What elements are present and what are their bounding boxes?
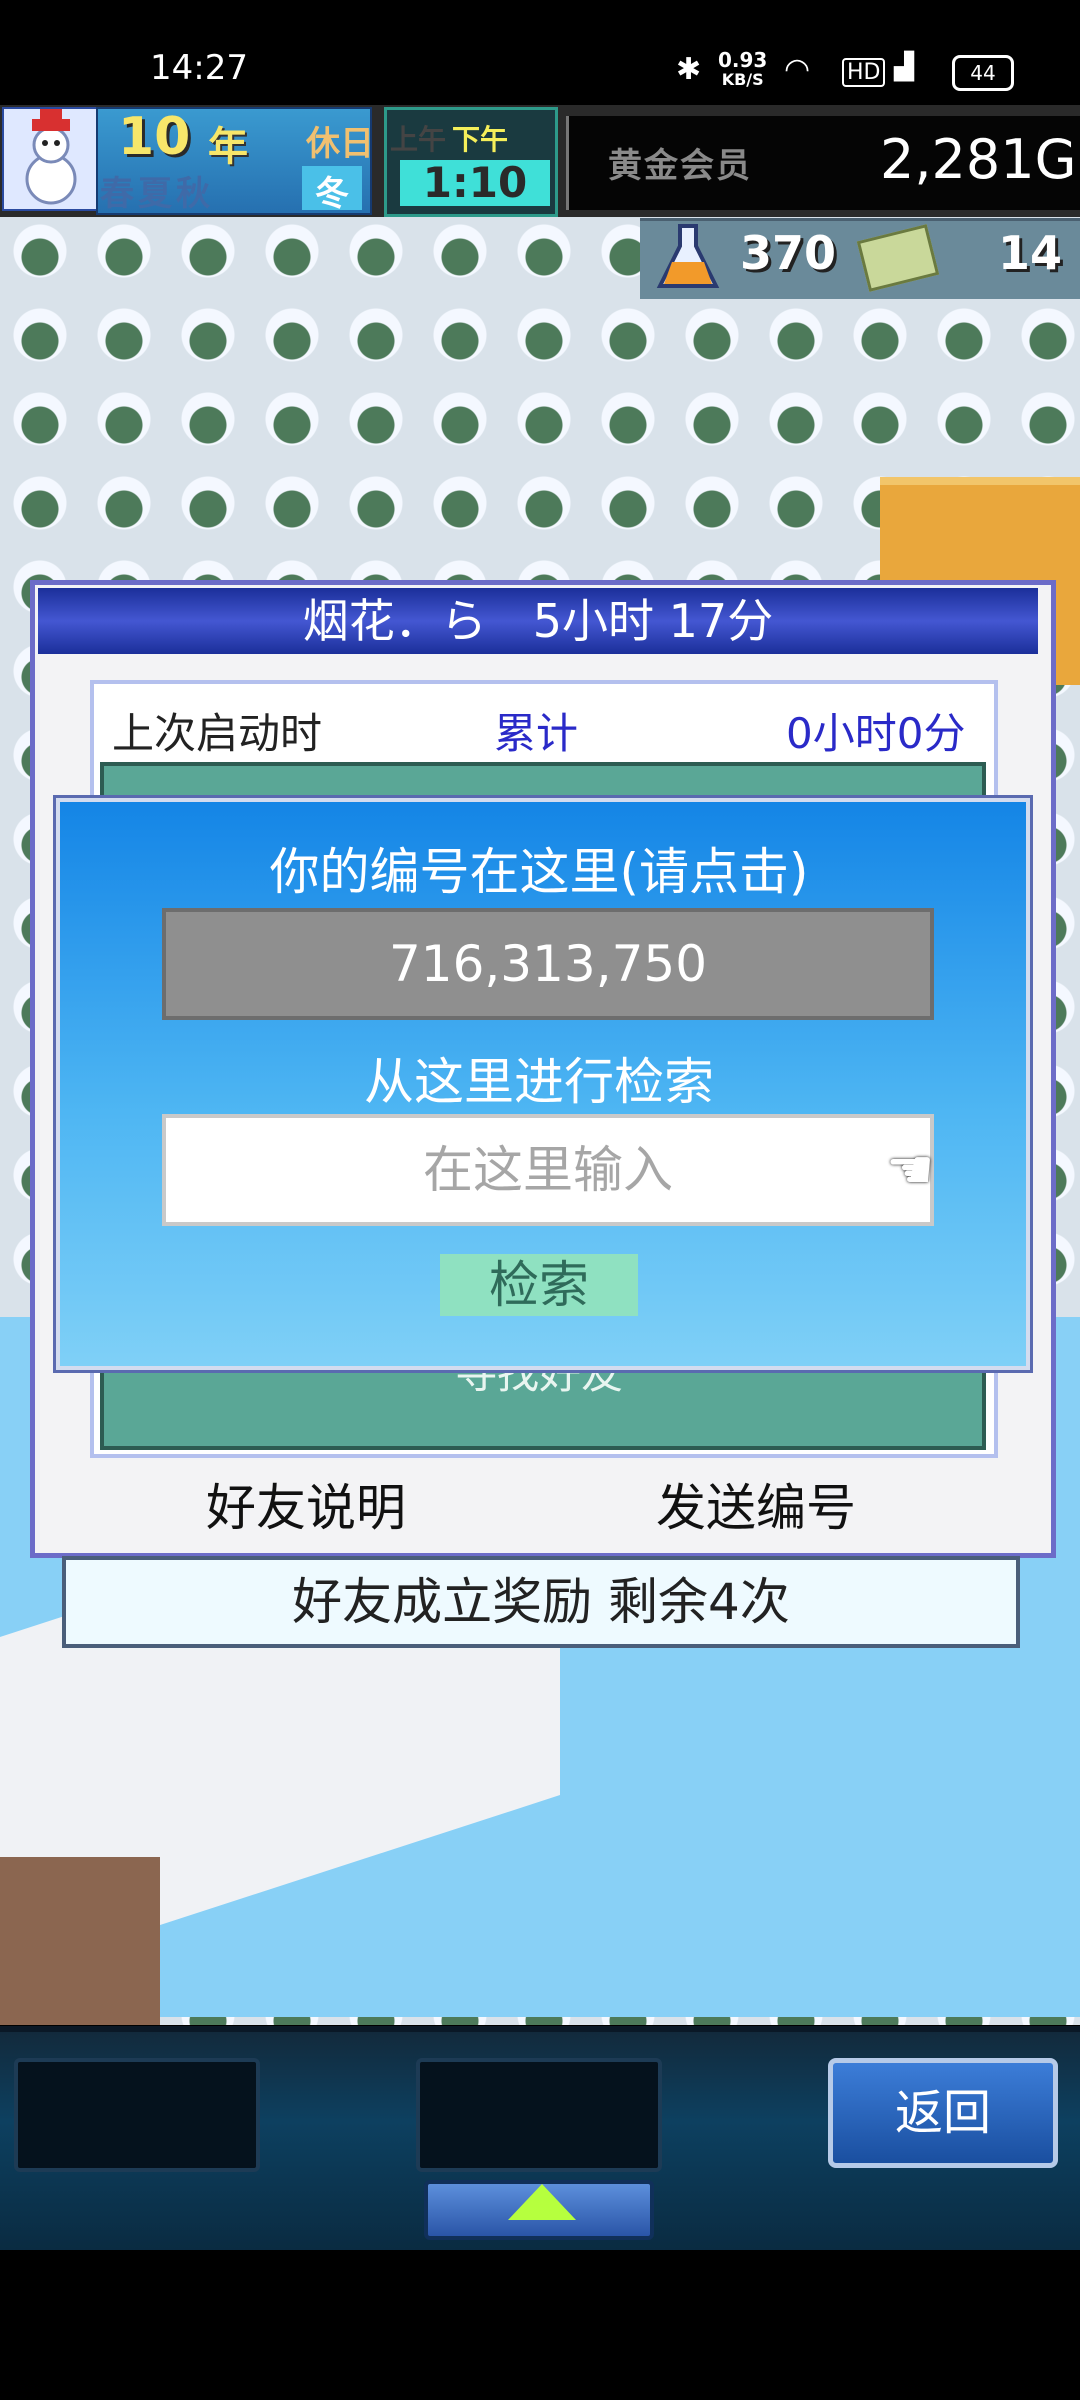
up-arrow-icon xyxy=(508,2184,576,2220)
seasons-row: 春夏秋 xyxy=(100,174,214,214)
bottom-slot-left[interactable] xyxy=(14,2058,260,2172)
status-bar: 14:27 ✱ 0.93 KB/S ◠ HD ▟ 44 xyxy=(0,0,1080,105)
snowman-icon xyxy=(2,107,100,211)
dialog-title: 烟花．ら 5小时 17分 xyxy=(38,588,1038,654)
wifi-icon: ◠ xyxy=(784,52,811,87)
hd-icon: HD xyxy=(842,58,886,87)
back-button[interactable]: 返回 xyxy=(828,2058,1058,2168)
status-time: 14:27 xyxy=(150,48,248,88)
ticket-count: 14 xyxy=(998,226,1063,280)
net-speed-value: 0.93 xyxy=(718,48,768,72)
total-value: 0小时0分 xyxy=(786,709,966,758)
last-start-label: 上次启动时 xyxy=(112,709,323,758)
search-input[interactable] xyxy=(162,1114,934,1226)
my-id-box[interactable]: 716,313,750 xyxy=(162,908,934,1020)
system-nav-area xyxy=(0,2250,1080,2400)
search-button[interactable]: 检索 xyxy=(440,1254,638,1316)
flask-icon xyxy=(656,222,720,306)
search-label: 从这里进行检索 xyxy=(364,1053,714,1111)
net-speed-unit: KB/S xyxy=(721,70,764,89)
research-points: 370 xyxy=(740,226,837,280)
gold-member-label: 黄金会员 xyxy=(608,146,752,186)
friend-reward-bar: 好友成立奖励 剩余4次 xyxy=(62,1556,1020,1648)
rest-day-label: 休日 xyxy=(306,124,374,164)
game-clock: 1:10 xyxy=(400,160,550,206)
brick-wall xyxy=(0,1857,160,2025)
send-number-button[interactable]: 发送编号 xyxy=(656,1468,856,1540)
pointing-hand-icon: ☚ xyxy=(886,1138,935,1201)
year-number: 10 xyxy=(118,107,191,167)
bottom-slot-center[interactable] xyxy=(416,2058,662,2172)
bluetooth-icon: ✱ xyxy=(676,52,702,87)
money-value: 2,281G xyxy=(880,128,1077,191)
friend-help-button[interactable]: 好友说明 xyxy=(206,1468,406,1540)
am-label: 上午 xyxy=(390,123,447,156)
signal-icon: ▟ xyxy=(894,52,914,82)
total-label: 累计 xyxy=(494,709,579,758)
current-season: 冬 xyxy=(302,166,362,214)
pm-label: 下午 xyxy=(452,123,509,156)
popup-title: 你的编号在这里(请点击) xyxy=(269,843,809,901)
battery-icon: 44 xyxy=(952,55,1014,91)
net-speed: 0.93 KB/S xyxy=(718,50,767,90)
year-unit: 年 xyxy=(208,124,248,170)
